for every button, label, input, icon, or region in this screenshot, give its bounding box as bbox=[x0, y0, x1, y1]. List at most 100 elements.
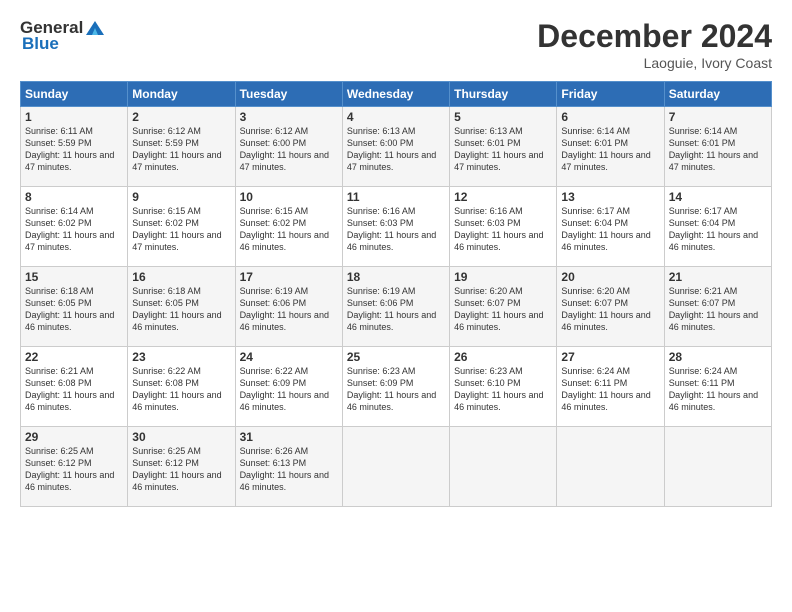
calendar-cell: 18Sunrise: 6:19 AMSunset: 6:06 PMDayligh… bbox=[342, 267, 449, 347]
day-info: Sunrise: 6:24 AMSunset: 6:11 PMDaylight:… bbox=[669, 365, 767, 414]
day-info: Sunrise: 6:13 AMSunset: 6:01 PMDaylight:… bbox=[454, 125, 552, 174]
calendar-cell: 11Sunrise: 6:16 AMSunset: 6:03 PMDayligh… bbox=[342, 187, 449, 267]
calendar-cell: 29Sunrise: 6:25 AMSunset: 6:12 PMDayligh… bbox=[21, 427, 128, 507]
day-number: 3 bbox=[240, 110, 338, 124]
day-info: Sunrise: 6:11 AMSunset: 5:59 PMDaylight:… bbox=[25, 125, 123, 174]
day-info: Sunrise: 6:24 AMSunset: 6:11 PMDaylight:… bbox=[561, 365, 659, 414]
day-info: Sunrise: 6:18 AMSunset: 6:05 PMDaylight:… bbox=[25, 285, 123, 334]
calendar-cell bbox=[557, 427, 664, 507]
day-number: 2 bbox=[132, 110, 230, 124]
day-number: 13 bbox=[561, 190, 659, 204]
day-info: Sunrise: 6:17 AMSunset: 6:04 PMDaylight:… bbox=[669, 205, 767, 254]
calendar-cell: 9Sunrise: 6:15 AMSunset: 6:02 PMDaylight… bbox=[128, 187, 235, 267]
day-info: Sunrise: 6:14 AMSunset: 6:01 PMDaylight:… bbox=[561, 125, 659, 174]
calendar-cell: 8Sunrise: 6:14 AMSunset: 6:02 PMDaylight… bbox=[21, 187, 128, 267]
calendar-row-5: 29Sunrise: 6:25 AMSunset: 6:12 PMDayligh… bbox=[21, 427, 772, 507]
day-info: Sunrise: 6:23 AMSunset: 6:09 PMDaylight:… bbox=[347, 365, 445, 414]
day-number: 22 bbox=[25, 350, 123, 364]
calendar-cell: 23Sunrise: 6:22 AMSunset: 6:08 PMDayligh… bbox=[128, 347, 235, 427]
day-number: 20 bbox=[561, 270, 659, 284]
header-row: SundayMondayTuesdayWednesdayThursdayFrid… bbox=[21, 82, 772, 107]
day-number: 25 bbox=[347, 350, 445, 364]
day-number: 1 bbox=[25, 110, 123, 124]
calendar-cell: 19Sunrise: 6:20 AMSunset: 6:07 PMDayligh… bbox=[450, 267, 557, 347]
day-number: 23 bbox=[132, 350, 230, 364]
day-info: Sunrise: 6:14 AMSunset: 6:01 PMDaylight:… bbox=[669, 125, 767, 174]
day-number: 15 bbox=[25, 270, 123, 284]
calendar-cell: 28Sunrise: 6:24 AMSunset: 6:11 PMDayligh… bbox=[664, 347, 771, 427]
calendar-cell: 22Sunrise: 6:21 AMSunset: 6:08 PMDayligh… bbox=[21, 347, 128, 427]
day-number: 26 bbox=[454, 350, 552, 364]
header-cell-thursday: Thursday bbox=[450, 82, 557, 107]
header-cell-sunday: Sunday bbox=[21, 82, 128, 107]
day-number: 31 bbox=[240, 430, 338, 444]
day-info: Sunrise: 6:12 AMSunset: 6:00 PMDaylight:… bbox=[240, 125, 338, 174]
month-title: December 2024 bbox=[537, 18, 772, 55]
day-number: 12 bbox=[454, 190, 552, 204]
day-number: 14 bbox=[669, 190, 767, 204]
calendar-cell: 4Sunrise: 6:13 AMSunset: 6:00 PMDaylight… bbox=[342, 107, 449, 187]
calendar-cell: 21Sunrise: 6:21 AMSunset: 6:07 PMDayligh… bbox=[664, 267, 771, 347]
day-number: 10 bbox=[240, 190, 338, 204]
calendar-cell: 27Sunrise: 6:24 AMSunset: 6:11 PMDayligh… bbox=[557, 347, 664, 427]
calendar-cell: 30Sunrise: 6:25 AMSunset: 6:12 PMDayligh… bbox=[128, 427, 235, 507]
page: General Blue December 2024 Laoguie, Ivor… bbox=[0, 0, 792, 612]
logo: General Blue bbox=[20, 18, 107, 54]
day-info: Sunrise: 6:19 AMSunset: 6:06 PMDaylight:… bbox=[347, 285, 445, 334]
day-number: 28 bbox=[669, 350, 767, 364]
calendar: SundayMondayTuesdayWednesdayThursdayFrid… bbox=[20, 81, 772, 507]
day-info: Sunrise: 6:20 AMSunset: 6:07 PMDaylight:… bbox=[454, 285, 552, 334]
day-info: Sunrise: 6:13 AMSunset: 6:00 PMDaylight:… bbox=[347, 125, 445, 174]
day-info: Sunrise: 6:12 AMSunset: 5:59 PMDaylight:… bbox=[132, 125, 230, 174]
location: Laoguie, Ivory Coast bbox=[537, 55, 772, 71]
day-number: 8 bbox=[25, 190, 123, 204]
title-section: December 2024 Laoguie, Ivory Coast bbox=[537, 18, 772, 71]
calendar-row-2: 8Sunrise: 6:14 AMSunset: 6:02 PMDaylight… bbox=[21, 187, 772, 267]
calendar-cell: 24Sunrise: 6:22 AMSunset: 6:09 PMDayligh… bbox=[235, 347, 342, 427]
calendar-cell: 31Sunrise: 6:26 AMSunset: 6:13 PMDayligh… bbox=[235, 427, 342, 507]
day-info: Sunrise: 6:22 AMSunset: 6:08 PMDaylight:… bbox=[132, 365, 230, 414]
day-number: 11 bbox=[347, 190, 445, 204]
logo-icon bbox=[84, 19, 106, 37]
calendar-cell: 3Sunrise: 6:12 AMSunset: 6:00 PMDaylight… bbox=[235, 107, 342, 187]
calendar-cell: 25Sunrise: 6:23 AMSunset: 6:09 PMDayligh… bbox=[342, 347, 449, 427]
day-info: Sunrise: 6:25 AMSunset: 6:12 PMDaylight:… bbox=[132, 445, 230, 494]
calendar-cell: 26Sunrise: 6:23 AMSunset: 6:10 PMDayligh… bbox=[450, 347, 557, 427]
day-info: Sunrise: 6:17 AMSunset: 6:04 PMDaylight:… bbox=[561, 205, 659, 254]
logo-blue: Blue bbox=[22, 34, 59, 54]
calendar-cell: 12Sunrise: 6:16 AMSunset: 6:03 PMDayligh… bbox=[450, 187, 557, 267]
calendar-cell: 20Sunrise: 6:20 AMSunset: 6:07 PMDayligh… bbox=[557, 267, 664, 347]
day-info: Sunrise: 6:25 AMSunset: 6:12 PMDaylight:… bbox=[25, 445, 123, 494]
calendar-cell: 1Sunrise: 6:11 AMSunset: 5:59 PMDaylight… bbox=[21, 107, 128, 187]
day-number: 6 bbox=[561, 110, 659, 124]
day-info: Sunrise: 6:15 AMSunset: 6:02 PMDaylight:… bbox=[132, 205, 230, 254]
day-info: Sunrise: 6:14 AMSunset: 6:02 PMDaylight:… bbox=[25, 205, 123, 254]
calendar-row-4: 22Sunrise: 6:21 AMSunset: 6:08 PMDayligh… bbox=[21, 347, 772, 427]
day-number: 16 bbox=[132, 270, 230, 284]
calendar-cell: 7Sunrise: 6:14 AMSunset: 6:01 PMDaylight… bbox=[664, 107, 771, 187]
calendar-cell: 14Sunrise: 6:17 AMSunset: 6:04 PMDayligh… bbox=[664, 187, 771, 267]
day-info: Sunrise: 6:15 AMSunset: 6:02 PMDaylight:… bbox=[240, 205, 338, 254]
day-info: Sunrise: 6:21 AMSunset: 6:08 PMDaylight:… bbox=[25, 365, 123, 414]
day-info: Sunrise: 6:16 AMSunset: 6:03 PMDaylight:… bbox=[347, 205, 445, 254]
day-number: 29 bbox=[25, 430, 123, 444]
day-number: 17 bbox=[240, 270, 338, 284]
day-info: Sunrise: 6:23 AMSunset: 6:10 PMDaylight:… bbox=[454, 365, 552, 414]
header-cell-monday: Monday bbox=[128, 82, 235, 107]
calendar-cell bbox=[342, 427, 449, 507]
calendar-cell: 10Sunrise: 6:15 AMSunset: 6:02 PMDayligh… bbox=[235, 187, 342, 267]
header: General Blue December 2024 Laoguie, Ivor… bbox=[20, 18, 772, 71]
header-cell-wednesday: Wednesday bbox=[342, 82, 449, 107]
day-number: 19 bbox=[454, 270, 552, 284]
calendar-cell: 15Sunrise: 6:18 AMSunset: 6:05 PMDayligh… bbox=[21, 267, 128, 347]
calendar-cell: 13Sunrise: 6:17 AMSunset: 6:04 PMDayligh… bbox=[557, 187, 664, 267]
day-number: 18 bbox=[347, 270, 445, 284]
day-info: Sunrise: 6:26 AMSunset: 6:13 PMDaylight:… bbox=[240, 445, 338, 494]
header-cell-saturday: Saturday bbox=[664, 82, 771, 107]
day-number: 9 bbox=[132, 190, 230, 204]
header-cell-tuesday: Tuesday bbox=[235, 82, 342, 107]
calendar-cell bbox=[664, 427, 771, 507]
day-number: 30 bbox=[132, 430, 230, 444]
day-number: 4 bbox=[347, 110, 445, 124]
calendar-cell: 16Sunrise: 6:18 AMSunset: 6:05 PMDayligh… bbox=[128, 267, 235, 347]
